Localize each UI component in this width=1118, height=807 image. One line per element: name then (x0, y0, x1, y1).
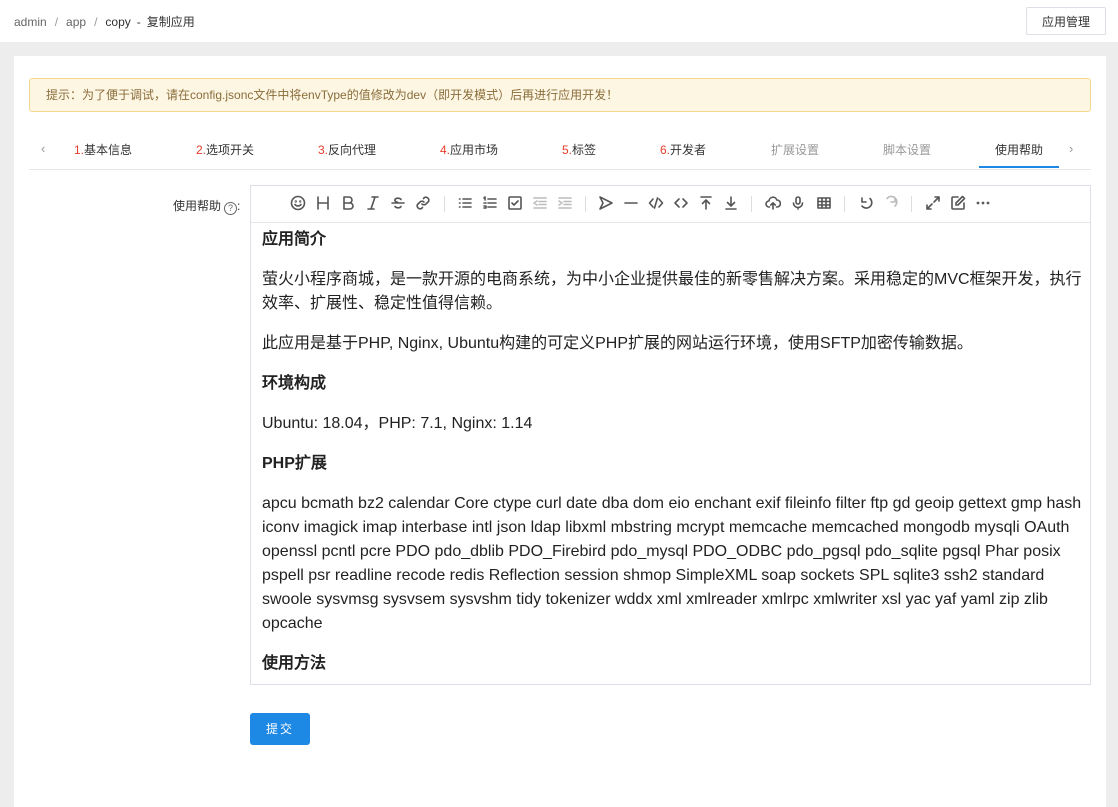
tab-usage-help[interactable]: 使用帮助 (995, 141, 1043, 158)
tab-script-settings[interactable]: 脚本设置 (883, 141, 931, 158)
more-icon[interactable] (974, 195, 992, 213)
section-heading: 环境构成 (262, 375, 327, 392)
record-icon[interactable] (789, 195, 807, 213)
breadcrumb: admin / app / copy - 复制应用 (14, 13, 195, 30)
tab-reverse-proxy[interactable]: 3.反向代理 (318, 141, 376, 158)
tab-scroll-left-icon[interactable]: ‹ (41, 141, 45, 156)
breadcrumb-separator: / (54, 15, 59, 29)
undo-icon[interactable] (857, 195, 875, 213)
toolbar-divider (444, 196, 445, 212)
tab-app-market[interactable]: 4.应用市场 (440, 141, 498, 158)
tab-developer[interactable]: 6.开发者 (660, 141, 706, 158)
heading-icon[interactable] (314, 195, 332, 213)
list-icon[interactable] (456, 195, 474, 213)
edit-mode-icon[interactable] (949, 195, 967, 213)
outdent-icon[interactable] (531, 195, 549, 213)
table-icon[interactable] (815, 195, 833, 213)
italic-icon[interactable] (364, 195, 382, 213)
editor-toolbar (251, 186, 1090, 223)
quote-icon[interactable] (597, 195, 615, 213)
emoji-icon[interactable] (289, 195, 307, 213)
paragraph: 此应用是基于PHP, Nginx, Ubuntu构建的可定义PHP扩展的网站运行… (262, 335, 973, 352)
tab-basic-info[interactable]: 1.基本信息 (74, 141, 132, 158)
toolbar-divider (911, 196, 912, 212)
tab-scroll-right-icon[interactable]: › (1069, 141, 1073, 156)
paragraph: 萤火小程序商城，是一款开源的电商系统，为中小企业提供最佳的新零售解决方案。采用稳… (262, 271, 1082, 312)
dev-mode-notice: 提示：为了便于调试，请在config.jsonc文件中将envType的值修改为… (29, 78, 1091, 112)
app-manage-button[interactable]: 应用管理 (1026, 7, 1106, 35)
tab-bar: ‹ 1.基本信息 2.选项开关 3.反向代理 4.应用市场 5.标签 6.开发者… (29, 130, 1091, 170)
markdown-editor: 应用简介 萤火小程序商城，是一款开源的电商系统，为中小企业提供最佳的新零售解决方… (250, 185, 1091, 685)
link-icon[interactable] (414, 195, 432, 213)
section-heading: 使用方法 (262, 655, 327, 672)
breadcrumb-separator: / (94, 15, 98, 29)
breadcrumb-admin[interactable]: admin (14, 15, 47, 29)
top-bar: admin / app / copy - 复制应用 应用管理 (0, 0, 1118, 42)
upload-icon[interactable] (764, 195, 782, 213)
check-icon[interactable] (506, 195, 524, 213)
paragraph: apcu bcmath bz2 calendar Core ctype curl… (262, 495, 1082, 632)
editor-content[interactable]: 应用简介 萤火小程序商城，是一款开源的电商系统，为中小企业提供最佳的新零售解决方… (262, 228, 1082, 676)
line-icon[interactable] (622, 195, 640, 213)
breadcrumb-app[interactable]: app (66, 15, 86, 29)
tab-option-switches[interactable]: 2.选项开关 (196, 141, 254, 158)
section-heading: 应用简介 (262, 231, 327, 248)
bold-icon[interactable] (339, 195, 357, 213)
toolbar-divider (751, 196, 752, 212)
active-tab-indicator (979, 166, 1059, 168)
insert-before-icon[interactable] (697, 195, 715, 213)
help-icon[interactable]: ? (224, 202, 238, 215)
insert-after-icon[interactable] (722, 195, 740, 213)
toolbar-divider (844, 196, 845, 212)
ordered-list-icon[interactable] (481, 195, 499, 213)
section-heading: PHP扩展 (262, 455, 327, 472)
indent-icon[interactable] (556, 195, 574, 213)
tab-extension-settings[interactable]: 扩展设置 (771, 141, 819, 158)
tab-tags[interactable]: 5.标签 (562, 141, 596, 158)
submit-button[interactable]: 提交 (250, 713, 310, 745)
page-title: 复制应用 (146, 15, 195, 29)
inline-code-icon[interactable] (672, 195, 690, 213)
usage-help-label: 使用帮助?: (173, 199, 241, 215)
redo-icon[interactable] (882, 195, 900, 213)
paragraph: Ubuntu: 18.04，PHP: 7.1, Nginx: 1.14 (262, 415, 533, 432)
breadcrumb-dash: - (136, 15, 141, 29)
toolbar-divider (585, 196, 586, 212)
breadcrumb-copy: copy (105, 15, 131, 29)
fullscreen-icon[interactable] (924, 195, 942, 213)
code-icon[interactable] (647, 195, 665, 213)
strike-icon[interactable] (389, 195, 407, 213)
